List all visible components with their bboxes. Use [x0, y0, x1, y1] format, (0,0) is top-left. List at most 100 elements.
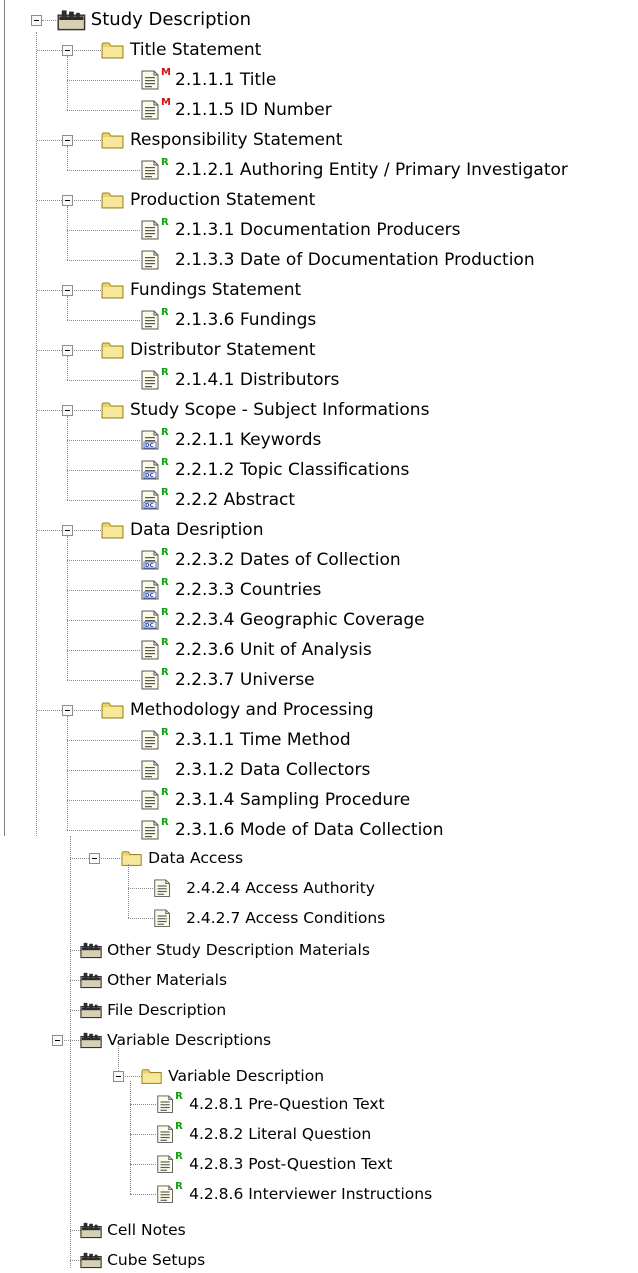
recommended-marker: R	[161, 787, 169, 798]
tree-connector-line	[67, 680, 140, 681]
folder-icon	[141, 1067, 163, 1089]
tree-item-label: Production Statement	[130, 190, 316, 210]
tree-connector-line	[67, 590, 140, 591]
document-icon	[139, 310, 163, 334]
tree-item-label: 2.1.3.3 Date of Documentation Production	[175, 250, 535, 270]
tree-item-label: 2.4.2.4 Access Authority	[186, 879, 375, 897]
folder-icon	[101, 340, 125, 364]
folder-tab-icon	[80, 1221, 102, 1243]
tree-item-label: 4.2.8.2 Literal Question	[189, 1125, 372, 1143]
tree-connector-line	[67, 80, 140, 81]
document-icon	[139, 220, 163, 244]
tree-connector-line	[123, 1076, 142, 1077]
recommended-marker: R	[161, 727, 169, 738]
recommended-marker: R	[161, 367, 169, 378]
document-icon	[139, 250, 163, 274]
document-icon	[139, 370, 163, 394]
tree-item-label: File Description	[107, 1001, 227, 1019]
folder-tab-icon	[57, 8, 86, 36]
dc-document-icon: DC	[139, 460, 163, 484]
recommended-marker: R	[161, 637, 169, 648]
dc-document-icon: DC	[139, 580, 163, 604]
document-icon	[139, 160, 163, 184]
svg-text:DC: DC	[145, 473, 154, 479]
tree-item-label: 2.1.2.1 Authoring Entity / Primary Inves…	[175, 160, 568, 180]
svg-text:DC: DC	[145, 593, 154, 599]
mandatory-marker: M	[161, 67, 171, 78]
tree-item-label: 2.3.1.6 Mode of Data Collection	[175, 820, 444, 840]
dc-document-icon: DC	[139, 490, 163, 514]
recommended-marker: R	[175, 1091, 183, 1102]
tree-connector-line	[37, 50, 62, 51]
tree-item-label: 4.2.8.1 Pre-Question Text	[189, 1095, 385, 1113]
tree-connector-line	[37, 410, 62, 411]
tree-item-label: 2.2.3.2 Dates of Collection	[175, 550, 401, 570]
folder-tab-icon	[80, 941, 102, 963]
recommended-marker: R	[161, 457, 169, 468]
tree-item-label: 2.1.1.5 ID Number	[175, 100, 332, 120]
tree-connector-line	[67, 320, 140, 321]
folder-icon	[121, 849, 143, 871]
tree-connector-line	[67, 470, 140, 471]
tree-item-label: Data Access	[148, 849, 244, 867]
tree-item-label: 2.2.1.2 Topic Classifications	[175, 460, 410, 480]
svg-text:DC: DC	[145, 443, 154, 449]
tree-connector-line	[67, 770, 140, 771]
tree-connector-line	[130, 1104, 156, 1105]
document-icon	[139, 70, 163, 94]
tree-connector-line	[62, 1040, 81, 1041]
folder-tab-icon	[80, 971, 102, 993]
tree-connector-line	[42, 20, 56, 21]
recommended-marker: R	[161, 607, 169, 618]
tree-connector-line	[37, 200, 62, 201]
recommended-marker: R	[161, 667, 169, 678]
tree-item-label: 2.2.3.4 Geographic Coverage	[175, 610, 425, 630]
tree-item-label: Responsibility Statement	[130, 130, 343, 150]
tree-connector-line	[67, 296, 68, 320]
tree-connector-line	[67, 716, 68, 830]
tree-connector-line	[67, 650, 140, 651]
folder-tab-icon	[80, 1251, 102, 1273]
tree-connector-line	[67, 110, 140, 111]
collapse-toggle-icon[interactable]	[31, 15, 42, 26]
tree-connector-line	[67, 440, 140, 441]
tree-item-label: 2.2.1.1 Keywords	[175, 430, 322, 450]
dc-document-icon: DC	[139, 610, 163, 634]
tree-connector-line	[37, 350, 62, 351]
tree-connector-line	[37, 140, 62, 141]
tree-item-label: Other Study Description Materials	[107, 941, 370, 959]
document-icon	[139, 640, 163, 664]
recommended-marker: R	[161, 817, 169, 828]
tree-connector-line	[67, 170, 140, 171]
tree-connector-line	[72, 200, 101, 201]
tree-connector-line	[72, 410, 101, 411]
dc-document-icon: DC	[139, 430, 163, 454]
tree-item-label: Study Description	[90, 9, 252, 30]
recommended-marker: R	[161, 427, 169, 438]
tree-connector-line	[67, 560, 140, 561]
folder-icon	[101, 280, 125, 304]
tree-connector-line	[130, 1194, 156, 1195]
tree-connector-line	[67, 356, 68, 380]
folder-icon	[101, 520, 125, 544]
recommended-marker: R	[161, 307, 169, 318]
tree-connector-line	[37, 290, 62, 291]
folder-icon	[101, 190, 125, 214]
svg-text:DC: DC	[145, 503, 154, 509]
tree-item-label: 2.1.3.1 Documentation Producers	[175, 220, 461, 240]
folder-tab-icon	[80, 1031, 102, 1053]
document-icon	[155, 1125, 177, 1147]
tree-item-label: 2.2.3.6 Unit of Analysis	[175, 640, 372, 660]
tree-connector-line	[70, 836, 71, 1268]
tree-connector-line	[128, 918, 153, 919]
tree-item-label: Study Scope - Subject Informations	[130, 400, 430, 420]
tree-connector-line	[67, 56, 68, 110]
tree-connector-line	[67, 146, 68, 170]
svg-text:DC: DC	[145, 623, 154, 629]
document-icon	[139, 760, 163, 784]
tree-connector-line	[130, 1081, 131, 1194]
recommended-marker: R	[175, 1121, 183, 1132]
tree-connector-line	[67, 380, 140, 381]
tree-connector-line	[72, 710, 101, 711]
tree-item-label: Variable Descriptions	[107, 1031, 272, 1049]
